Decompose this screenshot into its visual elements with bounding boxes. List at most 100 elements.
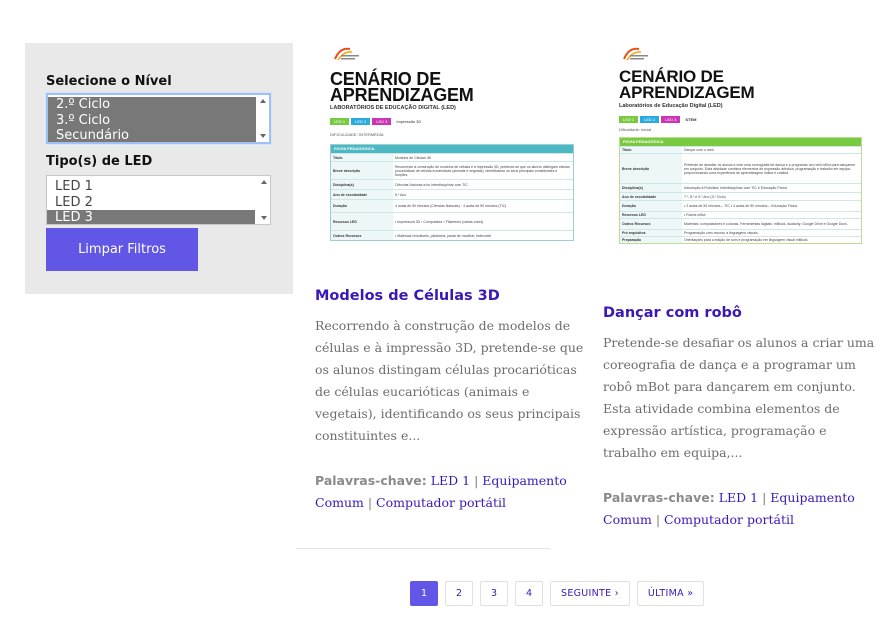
next-page-button[interactable]: SEGUINTE › [550,581,630,606]
logo-icon [623,47,648,61]
sheet-row-key: Breve descrição [331,162,393,179]
keyword-link[interactable]: LED 1 [719,490,758,505]
sheet-row-key: Duração [620,201,682,211]
level-option[interactable]: 2.º Ciclo [48,97,256,113]
thumb-subtitle: Laboratórios de Educação Digital (LED) [619,103,723,109]
sheet-header: FICHA PEDAGÓGICA [331,145,573,153]
sheet-row: Breve descrição Recorrendo à construção d… [331,161,573,179]
sheet-row-key: Duração [331,200,393,212]
level-option[interactable]: 3.º Ciclo [48,112,256,128]
sheet-row-value: Dançar com o robô [684,148,714,152]
sheet-row-value: 4 aulas de 50 minutos (Ciências Naturais… [395,204,507,208]
sheet-row-key: Ano de escolaridade [620,193,682,200]
thumb-title-line2: APRENDIZAGEM [330,85,474,105]
sheet-row-key: Recursos LED [331,213,393,230]
scroll-down-icon[interactable] [260,134,266,138]
scroll-up-icon[interactable] [260,99,266,103]
sheet-row-value: Recorrendo à construção de modelos de cé… [395,164,570,177]
thumb-difficulty: Dificuldade: Inicial [619,127,652,132]
sheet-row-value: • 2 aulas de 50 minutos – TIC • 4 aulas … [684,204,798,208]
card-title[interactable]: Dançar com robô [603,305,742,321]
card-description: Pretende-se desafiar os alunos a criar u… [603,335,875,460]
card-description: Recorrendo à construção de modelos de cé… [315,318,584,443]
keyword-link[interactable]: Computador portátil [376,495,506,510]
scroll-down-icon[interactable] [261,216,267,220]
logo-icon [334,47,359,61]
sheet-row-value: Modelos de Células 3D [395,155,432,160]
sheet-row-key: Outros Recursos [331,231,393,240]
sheet-row-value: • Impressora 3D • Computador • Filamento… [395,219,484,224]
sheet-row-value: Introdução à Robótica; Interdisciplinar … [684,186,787,190]
sheet-row-key: Pré-requisitos [620,230,682,236]
sheet-row: Breve descrição Pretende-se desafiar os a… [620,153,861,183]
led-filter-label: Tipo(s) de LED [46,154,153,169]
keyword-link[interactable]: Computador portátil [664,512,794,527]
filter-panel: Selecione o Nível 2.º Ciclo 3.º Ciclo Se… [25,43,293,294]
tag-led1: LED 1 [330,118,350,125]
level-option[interactable]: Secundário [48,128,256,142]
page-1-button[interactable]: 1 [410,581,438,606]
tag-led2: LED 2 [351,118,371,125]
sheet-row-key: Disciplina(s) [331,180,393,189]
sheet-row-key: Preparação [620,237,682,243]
tag-extra: STEM [685,117,697,122]
sheet-row: Duração 4 aulas de 50 minutos (Ciências N… [331,199,573,212]
tag-led2: LED 2 [640,116,660,123]
sheet-row-value: • Robôs mBot [684,213,706,217]
sheet-row: Preparação Orientações para a edição de s… [620,236,861,243]
level-filter-label: Selecione o Nível [46,74,172,89]
sheet-row: Título Dançar com o robô [620,146,861,153]
keyword-link[interactable]: LED 1 [431,473,470,488]
page-3-button[interactable]: 3 [480,581,508,606]
thumb-difficulty: DIFICULDADE: INTERMÉDIA [330,132,384,137]
sheet-row: Ano de escolaridade 5.º Ano [331,189,573,199]
level-scrollbar[interactable] [257,95,269,142]
thumb-title-line2: APRENDIZAGEM [619,83,755,102]
clear-filters-button[interactable]: Limpar Filtros [46,228,198,271]
sheet-row-value: • Materiais recicláveis, plasticina, pas… [395,233,492,238]
card-title[interactable]: Modelos de Células 3D [315,288,500,304]
led-option[interactable]: LED 2 [47,195,255,211]
card-thumbnail[interactable]: CENÁRIO DE APRENDIZAGEM Laboratórios de … [619,45,862,281]
scroll-up-icon[interactable] [261,180,267,184]
sheet-row-key: Disciplina(s) [620,184,682,192]
thumb-tags: LED 1 LED 2 LED 3 Impressão 3D [330,118,421,125]
thumb-tags: LED 1 LED 2 LED 3 STEM [619,116,697,123]
sheet-row-value: Pretende-se desafiar os alunos a criar u… [684,162,856,175]
sheet-row: Disciplina(s) Ciências Naturais e/ou Inte… [331,179,573,189]
thumb-subtitle: LABORATÓRIOS DE EDUCAÇÃO DIGITAL (LED) [330,105,456,111]
sheet-row: Disciplina(s) Introdução à Robótica; Inte… [620,183,861,192]
tag-led1: LED 1 [619,116,639,123]
led-option[interactable]: LED 3 [47,210,255,224]
page-2-button[interactable]: 2 [445,581,473,606]
sheet-row-key: Outros Recursos [620,219,682,229]
sheet-row-key: Ano de escolaridade [331,190,393,199]
pedagogical-sheet: FICHA PEDAGÓGICA Título Dançar com o robô… [619,137,862,244]
tag-led3: LED 3 [661,116,681,123]
sheet-row: Recursos LED • Impressora 3D • Computador… [331,212,573,230]
card-keywords: Palavras-chave: LED 1 | Equipamento Comu… [315,473,567,510]
card-keywords: Palavras-chave: LED 1 | Equipamento Comu… [603,490,855,527]
keywords-label: Palavras-chave: [315,473,427,488]
last-page-button[interactable]: ÚLTIMA » [636,581,705,606]
level-select[interactable]: 2.º Ciclo 3.º Ciclo Secundário [46,93,271,144]
led-select[interactable]: LED 1 LED 2 LED 3 [46,175,271,225]
tag-extra: Impressão 3D [396,119,422,124]
sheet-row: Outros Recursos Materiais: computadores e… [620,218,861,229]
sheet-row: Duração • 2 aulas de 50 minutos – TIC • 4… [620,200,861,211]
sheet-row-key: Breve descrição [620,154,682,183]
led-scrollbar[interactable] [258,176,270,224]
sheet-row: Título Modelos de Células 3D [331,153,573,161]
led-option[interactable]: LED 1 [47,179,255,195]
sheet-row: Recursos LED • Robôs mBot [620,211,861,218]
sheet-header: FICHA PEDAGÓGICA [620,138,861,146]
divider [296,548,550,549]
sheet-row-value: Materiais: computadores e colunas. Ferra… [684,222,848,226]
sheet-row-value: 5.º Ano [395,192,407,197]
card-thumbnail[interactable]: CENÁRIO DE APRENDIZAGEM LABORATÓRIOS DE … [330,45,574,265]
sheet-row-value: Programação com recurso a linguagens vis… [684,231,759,235]
page-4-button[interactable]: 4 [515,581,543,606]
sheet-row: Pré-requisitos Programação com recurso a … [620,229,861,236]
sheet-row-key: Título [620,147,682,153]
sheet-row: Outros Recursos • Materiais recicláveis, … [331,230,573,240]
